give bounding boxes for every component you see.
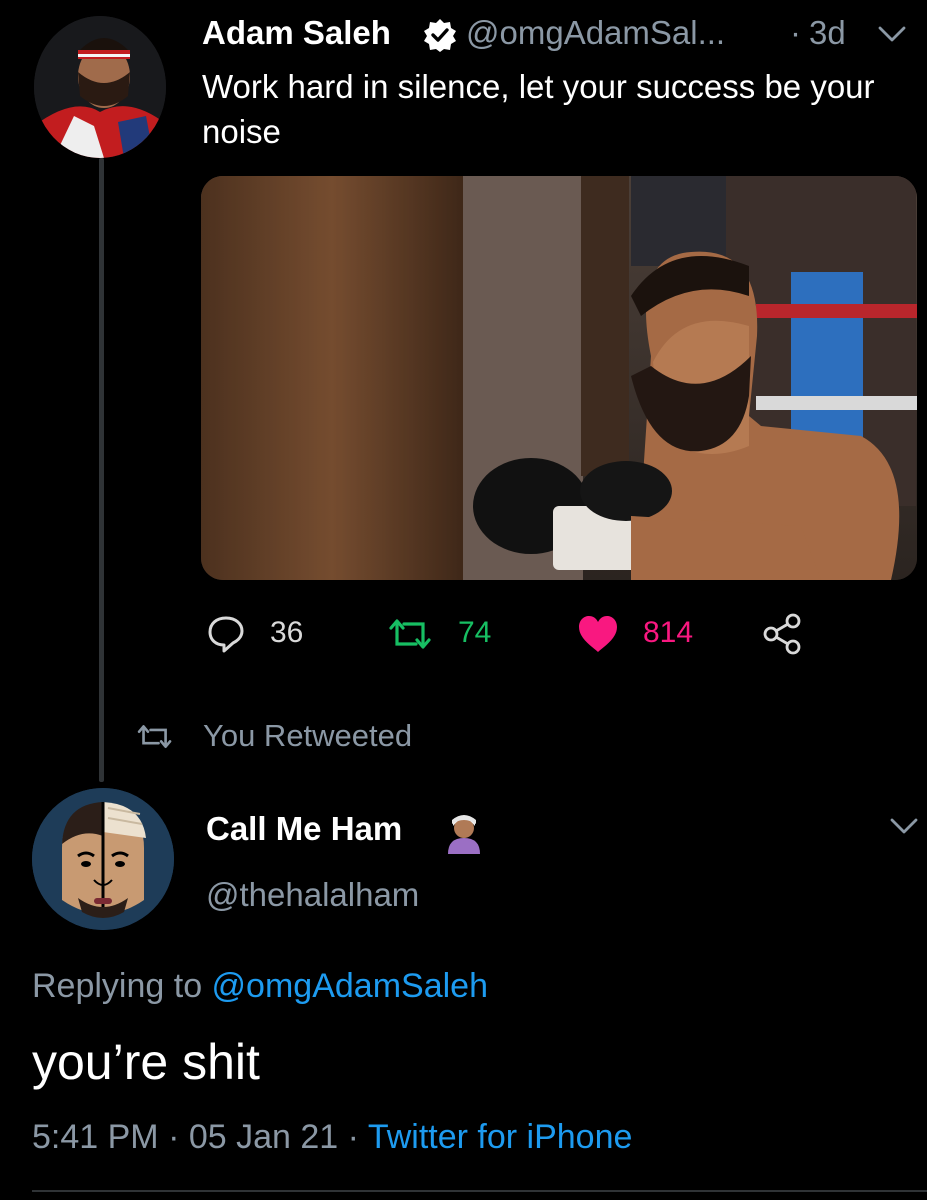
retweet-icon[interactable] [388, 614, 431, 654]
tweet-text: Work hard in silence, let your success b… [202, 68, 875, 150]
replying-to-line: Replying to @omgAdamSaleh [32, 967, 488, 1006]
reply-date: 05 Jan 21 [188, 1118, 339, 1156]
replying-to-link[interactable]: @omgAdamSaleh [212, 967, 488, 1005]
like-count: 814 [643, 616, 694, 649]
author-avatar[interactable] [34, 16, 166, 158]
verified-badge-icon [423, 18, 457, 52]
meta-separator: · [347, 1118, 359, 1156]
thread-line [99, 158, 104, 782]
reply-author-name[interactable]: Call Me Ham [206, 810, 402, 848]
tweet-source-link[interactable]: Twitter for iPhone [368, 1118, 633, 1156]
divider [32, 1190, 927, 1192]
you-retweeted-label: You Retweeted [203, 718, 413, 753]
chevron-down-icon[interactable] [876, 22, 908, 46]
reply-text: you’re shit [32, 1034, 260, 1090]
retweeted-icon [135, 722, 175, 752]
tweet-meta: 5:41 PM · 05 Jan 21 · Twitter for iPhone [32, 1118, 632, 1157]
meta-separator: · [168, 1118, 180, 1156]
separator-dot: · [790, 14, 801, 51]
tweet-media-photo[interactable] [201, 176, 917, 580]
author-name[interactable]: Adam Saleh [202, 14, 391, 52]
reply-icon[interactable] [206, 614, 246, 654]
reply-author-handle[interactable]: @thehalalham [206, 876, 419, 914]
replying-to-prefix: Replying to [32, 967, 212, 1005]
person-emoji-icon [444, 812, 484, 854]
reply-chevron-down-icon[interactable] [888, 814, 920, 838]
like-heart-icon[interactable] [577, 614, 617, 654]
author-handle[interactable]: @omgAdamSal... [466, 14, 725, 52]
reply-author-avatar[interactable] [32, 788, 174, 930]
share-icon[interactable] [762, 612, 802, 655]
reply-count: 36 [270, 616, 304, 649]
reply-time: 5:41 PM [32, 1118, 159, 1156]
tweet-time[interactable]: 3d [809, 14, 846, 52]
retweet-count: 74 [458, 616, 492, 649]
